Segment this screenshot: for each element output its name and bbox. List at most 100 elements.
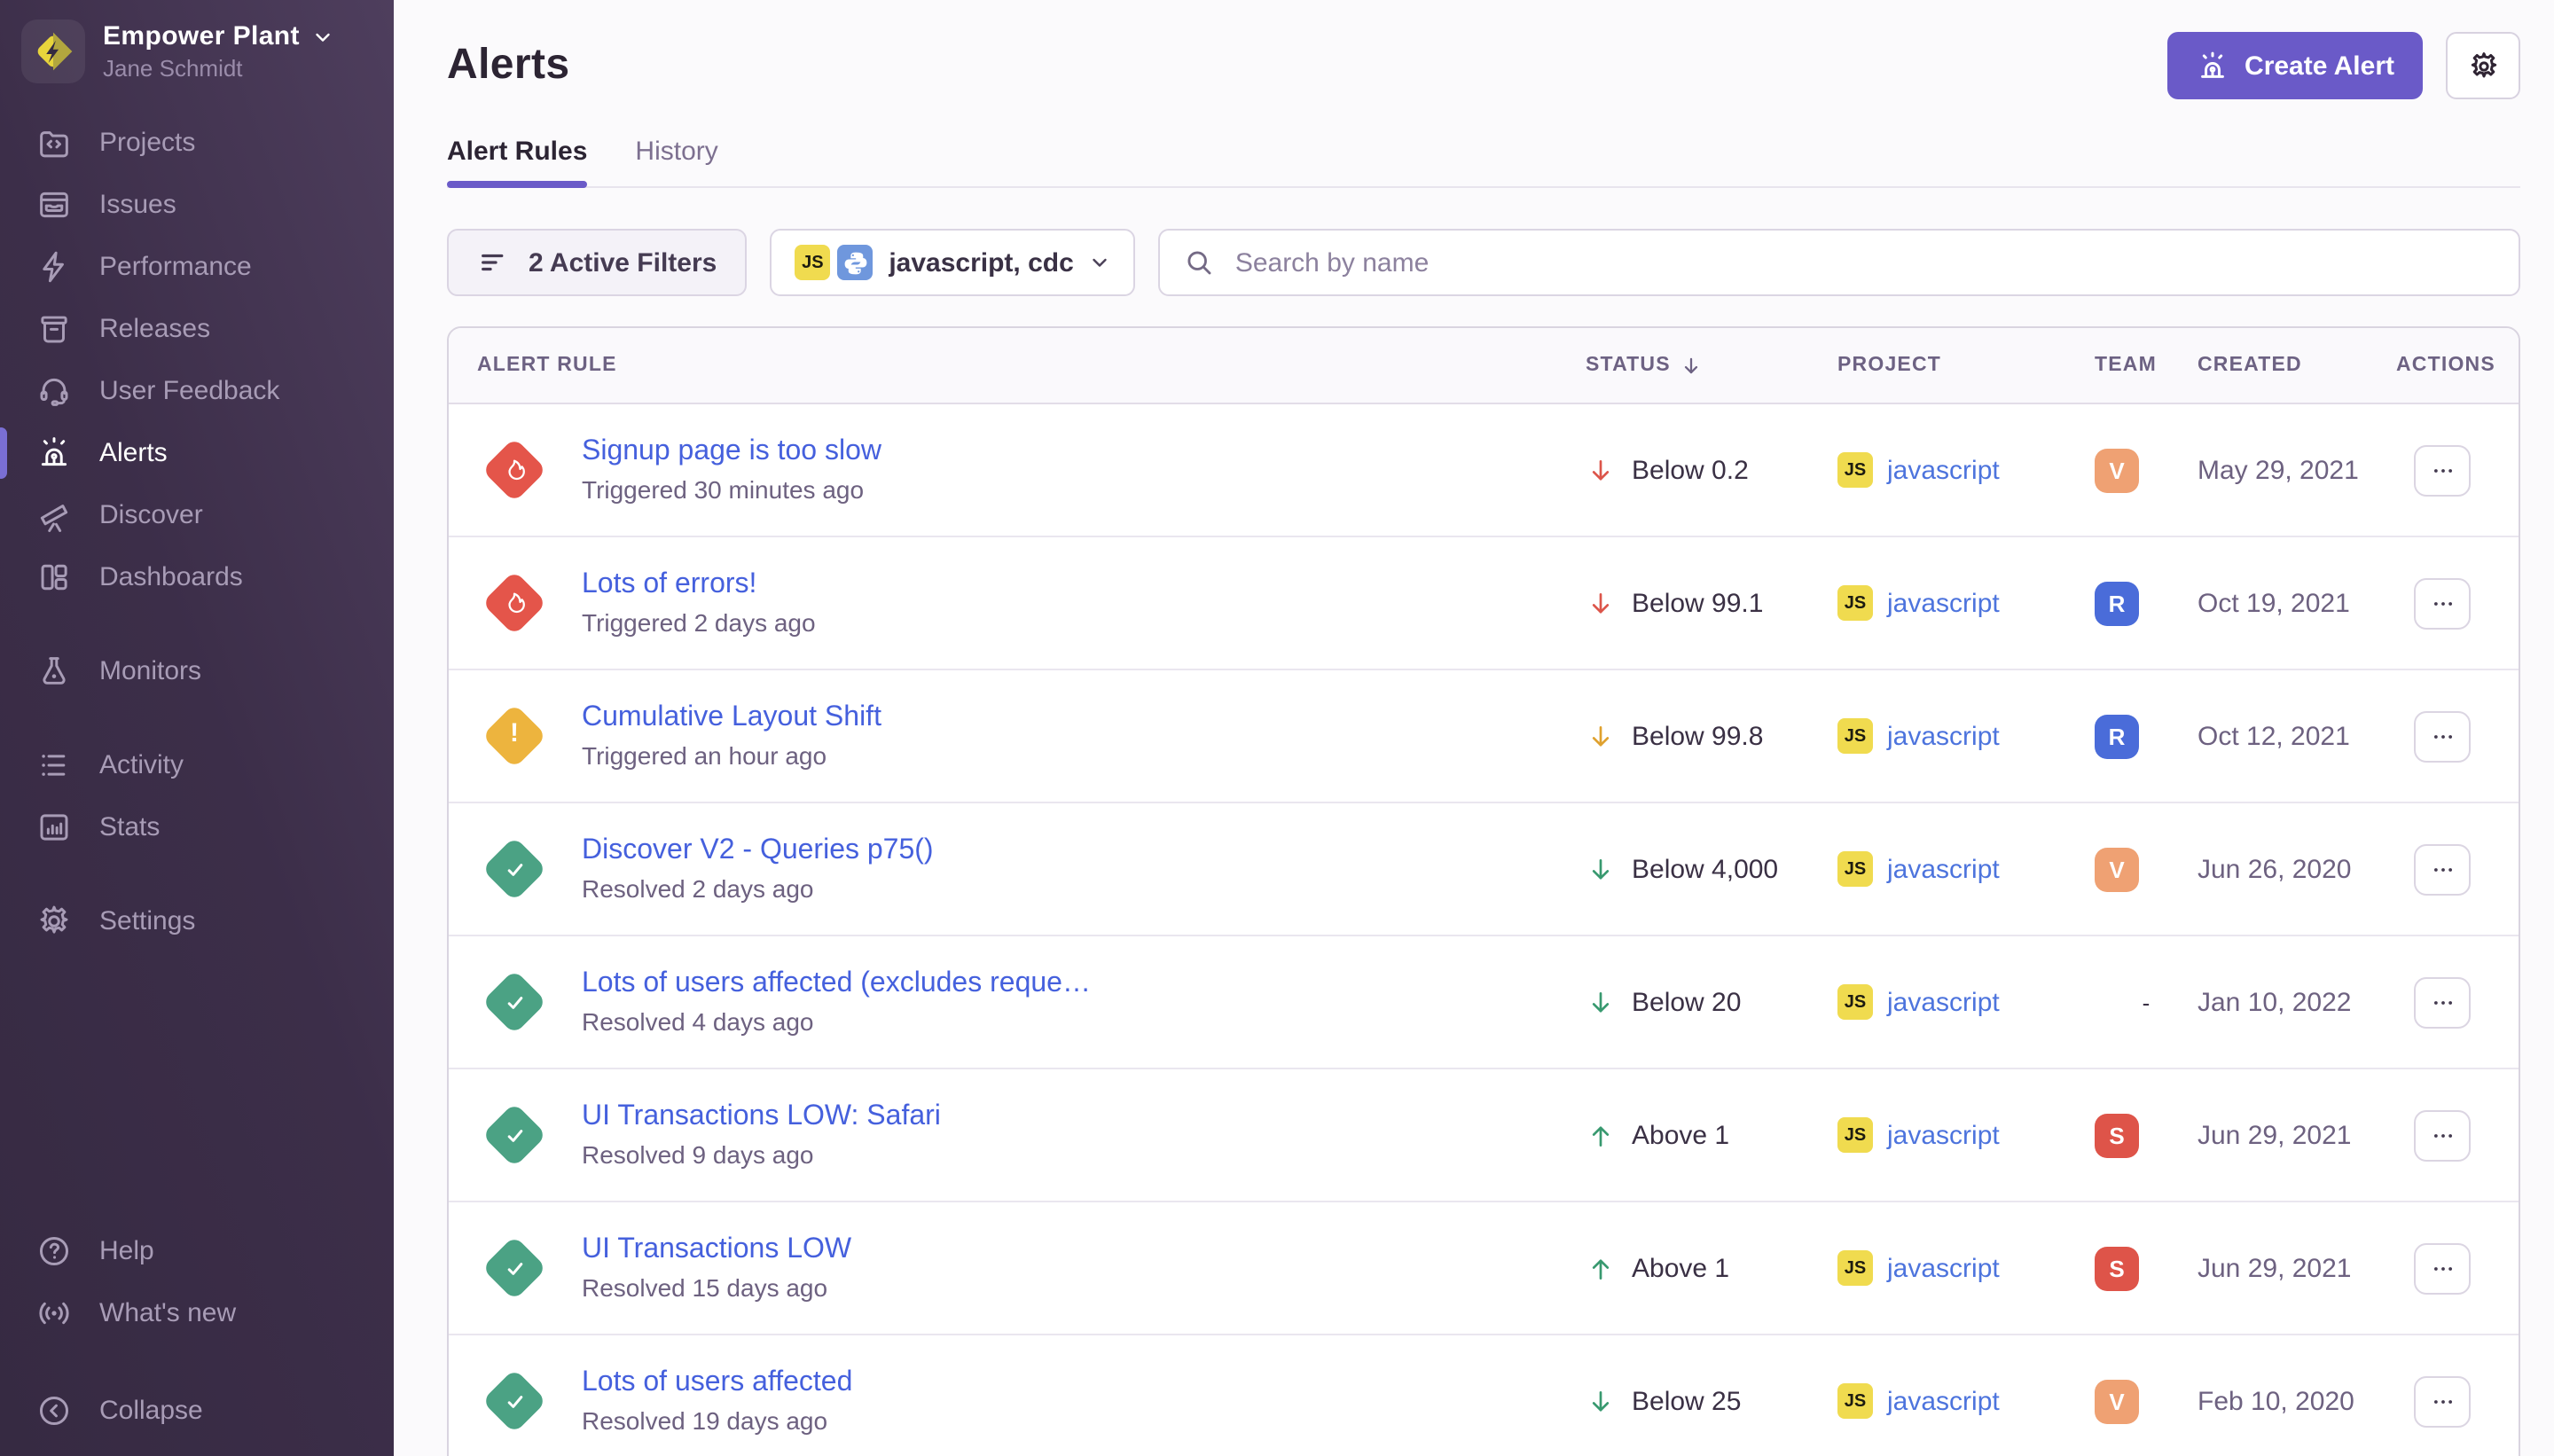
row-actions-button[interactable] [2414, 444, 2471, 496]
sidebar-item-label: Discover [99, 500, 203, 530]
alert-rule-link[interactable]: Signup page is too slow [582, 436, 881, 468]
column-header-alert-rule: ALERT RULE [477, 355, 1586, 376]
sidebar-item-releases[interactable]: Releases [0, 298, 394, 360]
ellipsis-icon [2429, 989, 2456, 1015]
settings-gear-button[interactable] [2446, 32, 2520, 99]
activity-icon [34, 747, 74, 784]
table-row[interactable]: Lots of errors! Triggered 2 days ago Bel… [449, 537, 2519, 670]
alert-rule-link[interactable]: UI Transactions LOW [582, 1234, 851, 1266]
team-avatar: V [2095, 448, 2139, 492]
sidebar-item-what-s-new[interactable]: What's new [0, 1282, 394, 1344]
sidebar-item-dashboards[interactable]: Dashboards [0, 546, 394, 608]
severity-diamond [481, 436, 548, 504]
sidebar-item-discover[interactable]: Discover [0, 484, 394, 546]
alert-rule-link[interactable]: Lots of errors! [582, 569, 816, 601]
ellipsis-icon [2429, 1388, 2456, 1414]
severity-diamond [481, 569, 548, 637]
sidebar-item-collapse[interactable]: Collapse [0, 1380, 394, 1442]
alert-rule-link[interactable]: Discover V2 - Queries p75() [582, 835, 934, 867]
python-platform-badge [837, 245, 873, 280]
js-platform-badge: JS [1837, 1117, 1873, 1153]
project-cell: JS javascript [1837, 1117, 2095, 1153]
team-cell: V [2095, 847, 2198, 891]
project-selector[interactable]: JS javascript, cdc [770, 229, 1135, 296]
sidebar-item-help[interactable]: Help [0, 1220, 394, 1282]
project-link[interactable]: javascript [1887, 721, 2000, 751]
severity-diamond [481, 968, 548, 1036]
org-switcher[interactable]: Empower Plant Jane Schmidt [21, 20, 369, 83]
alert-rule-link[interactable]: UI Transactions LOW: Safari [582, 1101, 941, 1133]
sidebar-footer: HelpWhat's new Collapse [0, 1220, 394, 1442]
project-link[interactable]: javascript [1887, 588, 2000, 618]
trend-down-icon [1586, 455, 1616, 485]
status-value: Below 99.1 [1632, 588, 1763, 618]
alert-rules-table: ALERT RULESTATUSPROJECTTEAMCREATEDACTION… [447, 326, 2520, 1456]
created-date: Jun 29, 2021 [2198, 1120, 2396, 1150]
ellipsis-icon [2429, 856, 2456, 882]
check-icon [481, 1101, 548, 1169]
severity-diamond [481, 1234, 548, 1302]
sidebar-item-alerts[interactable]: Alerts [0, 422, 394, 484]
trend-down-icon [1586, 588, 1616, 618]
tab-alert-rules[interactable]: Alert Rules [447, 137, 587, 186]
monitors-icon [34, 653, 74, 690]
sidebar-item-activity[interactable]: Activity [0, 734, 394, 796]
alert-rule-link[interactable]: Lots of users affected [582, 1367, 852, 1399]
sidebar-item-label: Monitors [99, 656, 201, 686]
project-link[interactable]: javascript [1887, 455, 2000, 485]
project-link[interactable]: javascript [1887, 854, 2000, 884]
js-platform-badge: JS [1837, 1250, 1873, 1286]
sidebar-item-performance[interactable]: Performance [0, 236, 394, 298]
table-row[interactable]: Lots of users affected Resolved 19 days … [449, 1335, 2519, 1456]
active-filters-button[interactable]: 2 Active Filters [447, 229, 747, 296]
row-actions-button[interactable] [2414, 1109, 2471, 1161]
column-header-status[interactable]: STATUS [1586, 354, 1837, 377]
alerts-siren-icon [34, 434, 74, 472]
project-link[interactable]: javascript [1887, 987, 2000, 1017]
help-icon [34, 1233, 74, 1270]
project-link[interactable]: javascript [1887, 1120, 2000, 1150]
table-row[interactable]: Lots of users affected (excludes reque… … [449, 936, 2519, 1069]
team-avatar: - [2095, 980, 2198, 1024]
column-header-label: PROJECT [1837, 355, 1941, 376]
row-actions-button[interactable] [2414, 577, 2471, 629]
table-row[interactable]: Discover V2 - Queries p75() Resolved 2 d… [449, 803, 2519, 936]
search-input[interactable] [1235, 247, 2495, 278]
sidebar-item-projects[interactable]: Projects [0, 112, 394, 174]
sidebar-item-stats[interactable]: Stats [0, 796, 394, 858]
team-cell: S [2095, 1246, 2198, 1290]
filter-toolbar: 2 Active Filters JS javascript, cdc [447, 229, 2520, 296]
sidebar-item-settings[interactable]: Settings [0, 890, 394, 952]
js-platform-badge: JS [1837, 984, 1873, 1020]
table-row[interactable]: UI Transactions LOW Resolved 15 days ago… [449, 1202, 2519, 1335]
tab-history[interactable]: History [635, 137, 717, 186]
table-row[interactable]: UI Transactions LOW: Safari Resolved 9 d… [449, 1069, 2519, 1202]
create-alert-button[interactable]: Create Alert [2166, 32, 2423, 99]
created-date: Jan 10, 2022 [2198, 987, 2396, 1017]
row-actions-button[interactable] [2414, 1375, 2471, 1427]
project-link[interactable]: javascript [1887, 1386, 2000, 1416]
table-row[interactable]: Signup page is too slow Triggered 30 min… [449, 404, 2519, 537]
table-row[interactable]: ! Cumulative Layout Shift Triggered an h… [449, 670, 2519, 803]
sidebar-item-issues[interactable]: Issues [0, 174, 394, 236]
alert-rule-link[interactable]: Lots of users affected (excludes reque… [582, 968, 1091, 1000]
sidebar-item-label: Activity [99, 750, 184, 780]
js-platform-badge: JS [1837, 452, 1873, 488]
row-actions-button[interactable] [2414, 843, 2471, 895]
alert-rule-link[interactable]: Cumulative Layout Shift [582, 702, 881, 734]
search-box[interactable] [1159, 229, 2520, 296]
row-actions-button[interactable] [2414, 710, 2471, 762]
dashboards-icon [34, 559, 74, 596]
row-actions-button[interactable] [2414, 976, 2471, 1028]
trend-down-icon [1586, 987, 1616, 1017]
sidebar-item-monitors[interactable]: Monitors [0, 640, 394, 702]
alert-rule-subtitle: Triggered 2 days ago [582, 608, 816, 637]
row-actions-button[interactable] [2414, 1242, 2471, 1294]
project-link[interactable]: javascript [1887, 1253, 2000, 1283]
sidebar-item-user-feedback[interactable]: User Feedback [0, 360, 394, 422]
team-cell: R [2095, 714, 2198, 758]
team-cell: S [2095, 1113, 2198, 1157]
collapse-icon [34, 1392, 74, 1429]
releases-icon [34, 310, 74, 348]
sidebar-item-label: Alerts [99, 438, 168, 468]
